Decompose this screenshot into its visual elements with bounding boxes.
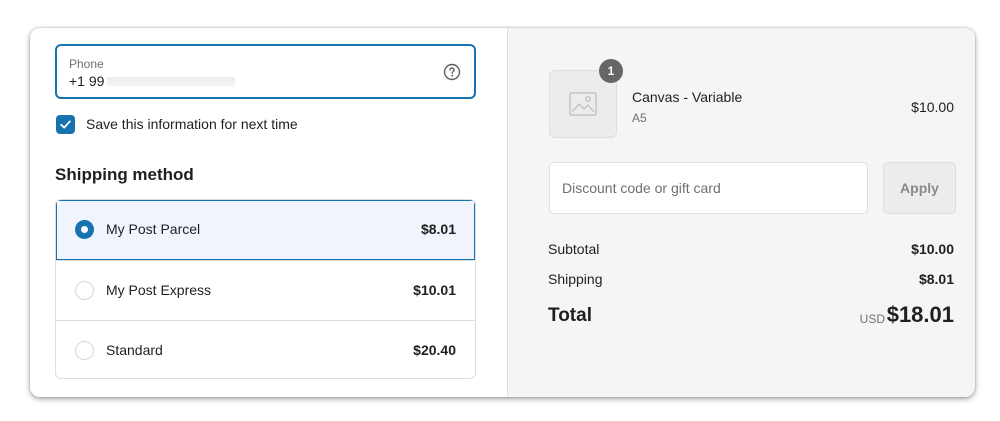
subtotal-label: Subtotal (548, 241, 600, 257)
shipping-options: My Post Parcel $8.01 My Post Express $10… (55, 199, 476, 379)
save-info-row[interactable]: Save this information for next time (56, 114, 298, 134)
checkout-form: Phone +1 99 Save this information for ne… (30, 28, 507, 397)
shipping-option-price: $8.01 (420, 221, 456, 237)
phone-field[interactable]: Phone +1 99 (55, 44, 476, 99)
product-price: $10.00 (911, 99, 954, 115)
save-info-label: Save this information for next time (86, 116, 298, 132)
phone-value[interactable]: +1 99 (69, 73, 104, 89)
shipping-option-name: My Post Express (106, 282, 212, 298)
subtotal-value: $10.00 (911, 241, 954, 257)
radio-selected[interactable] (75, 220, 94, 239)
apply-discount-button[interactable]: Apply (883, 162, 956, 214)
shipping-option-price: $20.40 (413, 342, 456, 358)
quantity-badge: 1 (599, 59, 623, 83)
image-placeholder-icon (569, 92, 597, 116)
order-summary: 1 Canvas - Variable A5 $10.00 Apply Subt… (507, 28, 975, 397)
radio-unselected[interactable] (75, 281, 94, 300)
total-value: $18.01 (886, 302, 954, 327)
total-label: Total (548, 305, 592, 326)
total-currency: USD (859, 312, 885, 326)
redacted-phone-digits (107, 77, 235, 86)
checkout-window: Phone +1 99 Save this information for ne… (30, 28, 975, 397)
question-circle-icon[interactable] (443, 63, 461, 81)
product-variant: A5 (632, 111, 647, 125)
shipping-option-name: My Post Parcel (106, 221, 201, 237)
shipping-label: Shipping (548, 271, 603, 287)
save-info-checkbox[interactable] (56, 114, 75, 134)
shipping-value: $8.01 (918, 271, 954, 287)
shipping-option-my-post-express[interactable]: My Post Express $10.01 (56, 260, 475, 320)
phone-label: Phone (69, 57, 104, 71)
discount-code-input[interactable] (549, 162, 868, 214)
product-name: Canvas - Variable (632, 89, 743, 105)
shipping-option-my-post-parcel[interactable]: My Post Parcel $8.01 (56, 200, 475, 260)
radio-unselected[interactable] (75, 341, 94, 360)
shipping-option-standard[interactable]: Standard $20.40 (56, 320, 475, 378)
shipping-method-heading: Shipping method (55, 165, 194, 184)
shipping-option-price: $10.01 (413, 282, 456, 298)
checkmark-icon (60, 120, 71, 128)
shipping-option-name: Standard (106, 342, 163, 358)
